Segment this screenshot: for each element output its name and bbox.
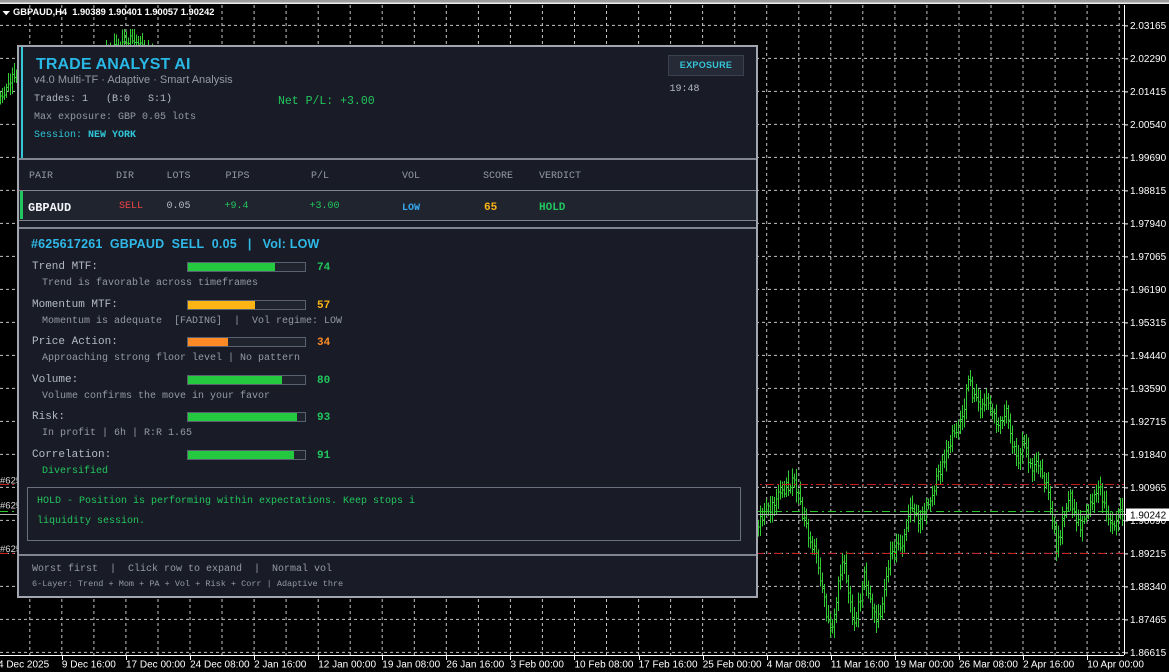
svg-text:26 Jan 16:00: 26 Jan 16:00: [446, 660, 504, 671]
svg-text:1.90965: 1.90965: [1130, 483, 1167, 494]
svg-text:17 Feb 16:00: 17 Feb 16:00: [639, 660, 698, 671]
svg-text:4 Mar 08:00: 4 Mar 08:00: [767, 660, 821, 671]
svg-text:24 Dec 08:00: 24 Dec 08:00: [190, 660, 250, 671]
svg-text:11 Mar 16:00: 11 Mar 16:00: [831, 660, 890, 671]
svg-text:1.88340: 1.88340: [1130, 582, 1167, 593]
svg-text:GBPAUD,H4 1.90389 1.90401 1.9: GBPAUD,H4 1.90389 1.90401 1.90057 1.9024…: [13, 7, 214, 17]
svg-text:1.95315: 1.95315: [1130, 318, 1167, 329]
svg-text:9 Dec 16:00: 9 Dec 16:00: [62, 660, 116, 671]
svg-text:2.03165: 2.03165: [1130, 21, 1167, 32]
svg-text:3 Feb 00:00: 3 Feb 00:00: [511, 660, 565, 671]
svg-text:1.86615: 1.86615: [1130, 648, 1167, 659]
svg-text:1.97065: 1.97065: [1130, 252, 1167, 263]
svg-text:1.99690: 1.99690: [1130, 153, 1167, 164]
svg-text:1.93590: 1.93590: [1130, 384, 1167, 395]
svg-text:2.01415: 2.01415: [1130, 87, 1167, 98]
svg-text:1.92715: 1.92715: [1130, 417, 1167, 428]
svg-text:1.94440: 1.94440: [1130, 351, 1167, 362]
svg-text:1.98815: 1.98815: [1130, 186, 1167, 197]
svg-text:1.97940: 1.97940: [1130, 219, 1167, 230]
svg-text:2.00540: 2.00540: [1130, 120, 1167, 131]
svg-text:4 Dec 2025: 4 Dec 2025: [0, 660, 50, 671]
svg-text:10 Apr 00:00: 10 Apr 00:00: [1087, 660, 1144, 671]
svg-text:1.87465: 1.87465: [1130, 615, 1167, 626]
svg-text:1.89215: 1.89215: [1130, 549, 1167, 560]
svg-text:1.91840: 1.91840: [1130, 450, 1167, 461]
svg-text:1.90242: 1.90242: [1130, 511, 1167, 522]
svg-text:10 Feb 08:00: 10 Feb 08:00: [575, 660, 634, 671]
svg-text:19 Mar 00:00: 19 Mar 00:00: [895, 660, 954, 671]
svg-text:25 Feb 00:00: 25 Feb 00:00: [703, 660, 762, 671]
svg-text:19 Jan 08:00: 19 Jan 08:00: [382, 660, 440, 671]
svg-text:2.02290: 2.02290: [1130, 54, 1167, 65]
svg-text:1.96190: 1.96190: [1130, 285, 1167, 296]
svg-text:17 Dec 00:00: 17 Dec 00:00: [126, 660, 186, 671]
svg-text:2 Apr 16:00: 2 Apr 16:00: [1023, 660, 1075, 671]
svg-text:26 Mar 08:00: 26 Mar 08:00: [959, 660, 1018, 671]
svg-text:12 Jan 00:00: 12 Jan 00:00: [318, 660, 376, 671]
svg-text:2 Jan 16:00: 2 Jan 16:00: [254, 660, 307, 671]
